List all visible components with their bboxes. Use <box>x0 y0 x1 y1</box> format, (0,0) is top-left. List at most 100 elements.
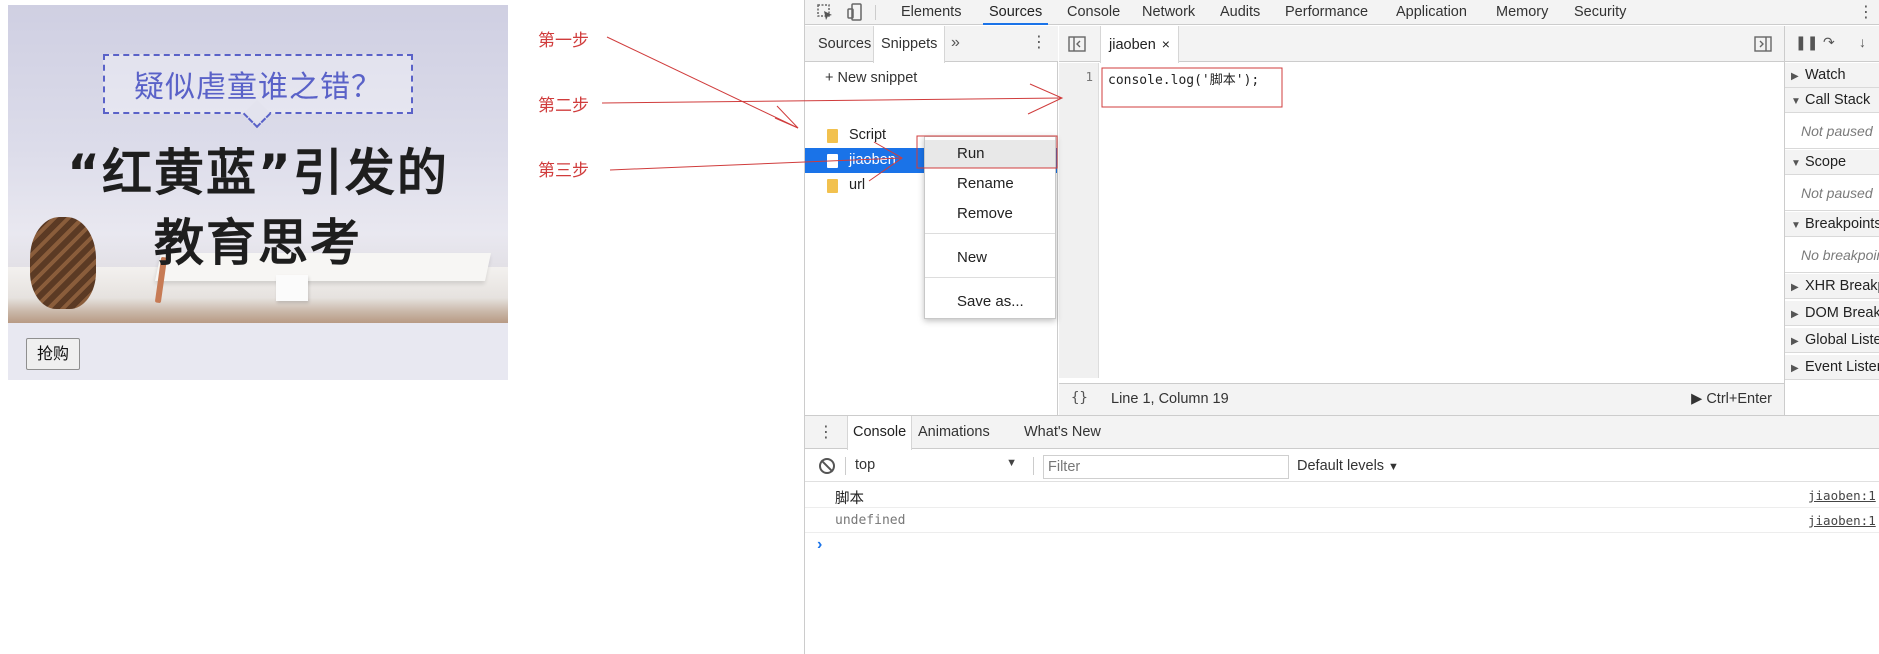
step-into-icon[interactable]: ↓ <box>1859 34 1866 50</box>
console-prompt-icon[interactable]: › <box>817 536 822 554</box>
step3-label: 第三步 <box>538 161 589 181</box>
devtools-panel: Elements Sources Console Network Audits … <box>804 0 1879 654</box>
drawer-tabs: ⋮ Console Animations What's New <box>805 416 1879 450</box>
section-xhr-breakpoints[interactable]: ▶ XHR Breakpoints <box>1785 274 1879 299</box>
toolbar-divider <box>1033 457 1034 475</box>
editor-tabs: jiaoben × <box>1059 26 1784 63</box>
tab-audits[interactable]: Audits <box>1214 0 1266 25</box>
editor-tab-jiaoben[interactable]: jiaoben × <box>1100 26 1179 63</box>
page-area: 疑似虐童谁之错？ “红黄蓝”引发的 教育思考 抢购 第一步 第二步 第三步 <box>0 0 804 654</box>
line-number: 1 <box>1085 69 1093 84</box>
article-banner-image: 疑似虐童谁之错？ “红黄蓝”引发的 教育思考 抢购 <box>8 5 508 380</box>
snippet-file-icon <box>827 154 838 168</box>
devtools-menu-icon[interactable]: ⋮ <box>1858 2 1874 22</box>
drawer-tab-animations[interactable]: Animations <box>913 416 995 449</box>
step1-label: 第一步 <box>538 31 589 51</box>
step-over-icon[interactable]: ↷ <box>1823 34 1835 51</box>
section-global-listeners[interactable]: ▶ Global Listeners <box>1785 328 1879 353</box>
snippet-label: Script <box>849 127 887 143</box>
cursor-position: Line 1, Column 19 <box>1111 391 1229 407</box>
banner-title-line1: “红黄蓝”引发的 <box>67 144 449 202</box>
debugger-sidebar: ❚❚ ↷ ↓ ▶ Watch ▼ Call Stack Not paused ▼ Sc… <box>1784 26 1879 415</box>
tab-console[interactable]: Console <box>1061 0 1126 25</box>
expand-arrow-icon: ▶ <box>1791 363 1799 374</box>
navigator-menu-icon[interactable]: ⋮ <box>1031 26 1047 60</box>
expand-arrow-icon: ▶ <box>1791 282 1799 293</box>
device-toolbar-icon[interactable] <box>845 2 865 22</box>
console-message: 脚本 jiaoben:1 <box>805 483 1879 508</box>
toggle-navigator-icon[interactable] <box>1067 34 1087 54</box>
breakpoints-empty: No breakpoints <box>1785 237 1879 273</box>
snippet-file-icon <box>827 179 838 193</box>
section-scope[interactable]: ▼ Scope <box>1785 150 1879 175</box>
console-drawer: ⋮ Console Animations What's New top ▼ De… <box>805 415 1879 654</box>
section-label: Scope <box>1805 154 1847 170</box>
tab-sources-files[interactable]: Sources <box>811 26 878 62</box>
banner-speech-bubble: 疑似虐童谁之错？ <box>103 54 413 114</box>
tab-application[interactable]: Application <box>1390 0 1473 25</box>
line-gutter: 1 <box>1059 63 1099 378</box>
run-snippet-button[interactable]: ▶ Ctrl+Enter <box>1691 391 1772 407</box>
filter-input[interactable] <box>1043 455 1289 479</box>
expand-arrow-icon: ▶ <box>1791 71 1799 82</box>
more-tabs-icon[interactable]: » <box>951 26 960 60</box>
section-label: Global Listeners <box>1805 332 1879 348</box>
debugger-toolbar: ❚❚ ↷ ↓ <box>1785 26 1879 62</box>
drawer-tab-console[interactable]: Console <box>847 416 913 450</box>
tab-snippets[interactable]: Snippets <box>873 26 946 63</box>
menu-item-save-as[interactable]: Save as... <box>925 288 1055 316</box>
tab-performance[interactable]: Performance <box>1279 0 1374 25</box>
dropdown-arrow-icon: ▼ <box>1388 461 1399 473</box>
menu-item-remove[interactable]: Remove <box>925 200 1055 228</box>
step2-label: 第二步 <box>538 96 589 116</box>
menu-item-rename[interactable]: Rename <box>925 170 1055 198</box>
toggle-debugger-icon[interactable] <box>1753 34 1773 54</box>
buy-button[interactable]: 抢购 <box>26 338 81 370</box>
section-event-listeners[interactable]: ▶ Event Listeners <box>1785 355 1879 380</box>
section-watch[interactable]: ▶ Watch <box>1785 63 1879 88</box>
code-line[interactable]: console.log('脚本'); <box>1108 69 1259 88</box>
section-label: Watch <box>1805 67 1846 83</box>
devtools-toolbar: Elements Sources Console Network Audits … <box>805 0 1879 25</box>
console-message-source-link[interactable]: jiaoben:1 <box>1808 488 1876 503</box>
inspect-element-icon[interactable] <box>815 2 835 22</box>
tab-security[interactable]: Security <box>1568 0 1632 25</box>
tab-memory[interactable]: Memory <box>1490 0 1554 25</box>
banner-title-line2: 教育思考 <box>154 214 362 272</box>
section-dom-breakpoints[interactable]: ▶ DOM Breakpoints <box>1785 301 1879 326</box>
snippet-context-menu: Run Rename Remove New Save as... <box>924 136 1056 319</box>
menu-item-run[interactable]: Run <box>925 140 1055 168</box>
menu-item-new[interactable]: New <box>925 244 1055 272</box>
new-snippet-button[interactable]: + New snippet <box>825 70 917 86</box>
snippet-label: url <box>849 177 866 193</box>
tab-elements[interactable]: Elements <box>895 0 967 25</box>
console-return-value: undefined <box>835 513 906 528</box>
context-select[interactable]: top ▼ <box>849 457 1021 477</box>
console-message-source-link[interactable]: jiaoben:1 <box>1808 513 1876 528</box>
tab-network[interactable]: Network <box>1136 0 1201 25</box>
clear-console-icon[interactable] <box>819 458 835 474</box>
dropdown-arrow-icon: ▼ <box>1006 457 1017 469</box>
section-breakpoints[interactable]: ▼ Breakpoints <box>1785 212 1879 237</box>
toolbar-divider <box>845 457 846 475</box>
drawer-menu-icon[interactable]: ⋮ <box>818 422 834 442</box>
console-message-text: 脚本 <box>835 491 864 507</box>
pretty-print-icon[interactable]: {} <box>1071 390 1088 406</box>
banner-caption: 疑似虐童谁之错？ <box>134 70 382 105</box>
section-label: Breakpoints <box>1805 216 1879 232</box>
close-tab-icon[interactable]: × <box>1162 36 1170 52</box>
expand-arrow-icon: ▶ <box>1791 336 1799 347</box>
section-label: XHR Breakpoints <box>1805 278 1879 294</box>
log-levels-select[interactable]: Default levels ▼ <box>1297 458 1399 474</box>
context-value: top <box>855 457 876 473</box>
sources-navigator: Sources Snippets » ⋮ + New snippet Scrip… <box>805 26 1058 415</box>
drawer-tab-whats-new[interactable]: What's New <box>1019 416 1106 449</box>
section-label: DOM Breakpoints <box>1805 305 1879 321</box>
section-call-stack[interactable]: ▼ Call Stack <box>1785 88 1879 113</box>
log-levels-label: Default levels <box>1297 458 1385 474</box>
collapse-arrow-icon: ▼ <box>1791 220 1801 231</box>
tab-sources[interactable]: Sources <box>983 0 1049 25</box>
snippet-file-icon <box>827 129 838 143</box>
editor-status-bar: {} Line 1, Column 19 ▶ Ctrl+Enter <box>1059 383 1784 415</box>
pause-icon[interactable]: ❚❚ <box>1795 34 1818 51</box>
